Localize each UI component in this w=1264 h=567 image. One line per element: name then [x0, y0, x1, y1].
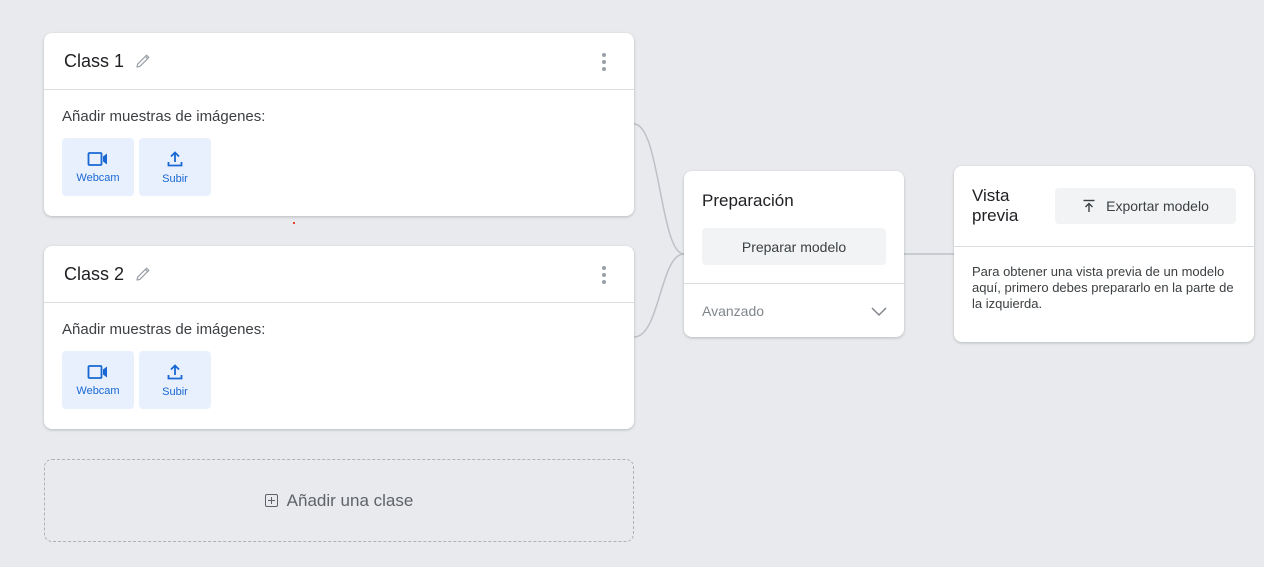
- videocam-icon: [87, 364, 107, 379]
- preview-message: Para obtener una vista previa de un mode…: [972, 264, 1234, 311]
- add-samples-label: Añadir muestras de imágenes:: [62, 108, 266, 125]
- upload-button[interactable]: Subir: [139, 138, 211, 196]
- export-label: Exportar modelo: [1106, 198, 1209, 214]
- stray-dot: [293, 222, 295, 224]
- edit-pencil-icon[interactable]: [134, 52, 152, 70]
- more-options-icon[interactable]: [596, 266, 612, 284]
- webcam-label: Webcam: [76, 384, 120, 397]
- training-title: Preparación: [702, 191, 794, 210]
- webcam-button[interactable]: Webcam: [62, 351, 134, 409]
- upload-button[interactable]: Subir: [139, 351, 211, 409]
- upload-label: Subir: [162, 385, 188, 398]
- videocam-icon: [87, 151, 107, 166]
- divider: [684, 283, 904, 284]
- upload-label: Subir: [162, 172, 188, 185]
- training-card: Preparación Preparar modelo Avanzado: [684, 171, 904, 337]
- edit-pencil-icon[interactable]: [134, 265, 152, 283]
- preview-card: Vista previa Exportar modelo Para obtene…: [954, 166, 1254, 342]
- chevron-down-icon: [871, 307, 887, 317]
- upload-icon: [167, 150, 183, 166]
- add-class-label: Añadir una clase: [286, 490, 414, 510]
- advanced-toggle[interactable]: Avanzado: [702, 301, 888, 321]
- add-samples-label: Añadir muestras de imágenes:: [62, 321, 266, 338]
- class-card-2: Class 2 Añadir muestras de imágenes: Web…: [44, 246, 634, 429]
- divider: [954, 246, 1254, 247]
- more-options-icon[interactable]: [596, 53, 612, 71]
- add-box-icon: [264, 494, 278, 507]
- class-header: Class 2: [44, 246, 634, 303]
- add-class-button[interactable]: Añadir una clase: [44, 459, 634, 542]
- upload-arrow-icon: [1083, 199, 1095, 212]
- class-title[interactable]: Class 2: [64, 264, 124, 285]
- upload-icon: [167, 363, 183, 379]
- advanced-label: Avanzado: [702, 303, 765, 319]
- webcam-label: Webcam: [76, 171, 120, 184]
- preview-title: Vista previa: [972, 186, 1019, 225]
- export-model-button[interactable]: Exportar modelo: [1055, 188, 1236, 224]
- train-model-button[interactable]: Preparar modelo: [702, 228, 886, 265]
- class-title[interactable]: Class 1: [64, 51, 124, 72]
- class-header: Class 1: [44, 33, 634, 90]
- class-card-1: Class 1 Añadir muestras de imágenes: Web…: [44, 33, 634, 216]
- webcam-button[interactable]: Webcam: [62, 138, 134, 196]
